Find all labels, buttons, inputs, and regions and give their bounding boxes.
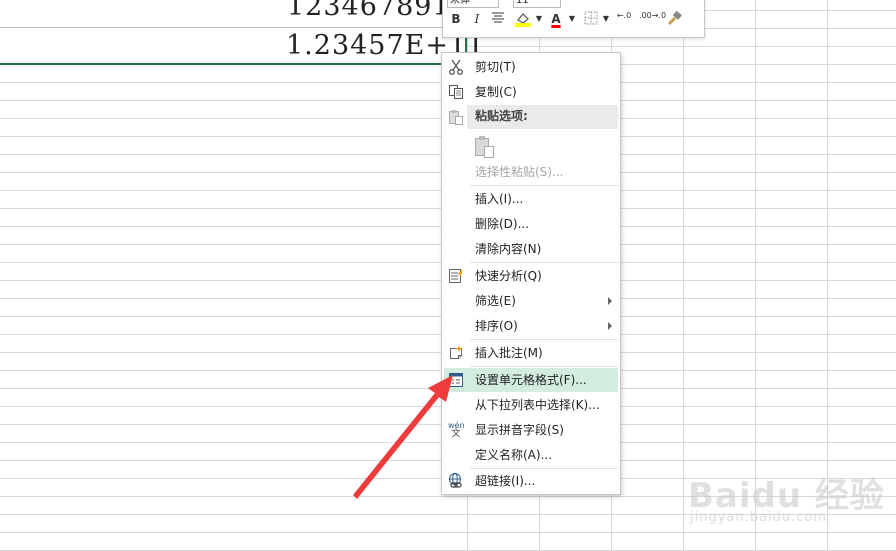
watermark: Baidu 经验 jingyan.baidu.com — [688, 468, 888, 538]
watermark-url: jingyan.baidu.com — [690, 510, 827, 525]
